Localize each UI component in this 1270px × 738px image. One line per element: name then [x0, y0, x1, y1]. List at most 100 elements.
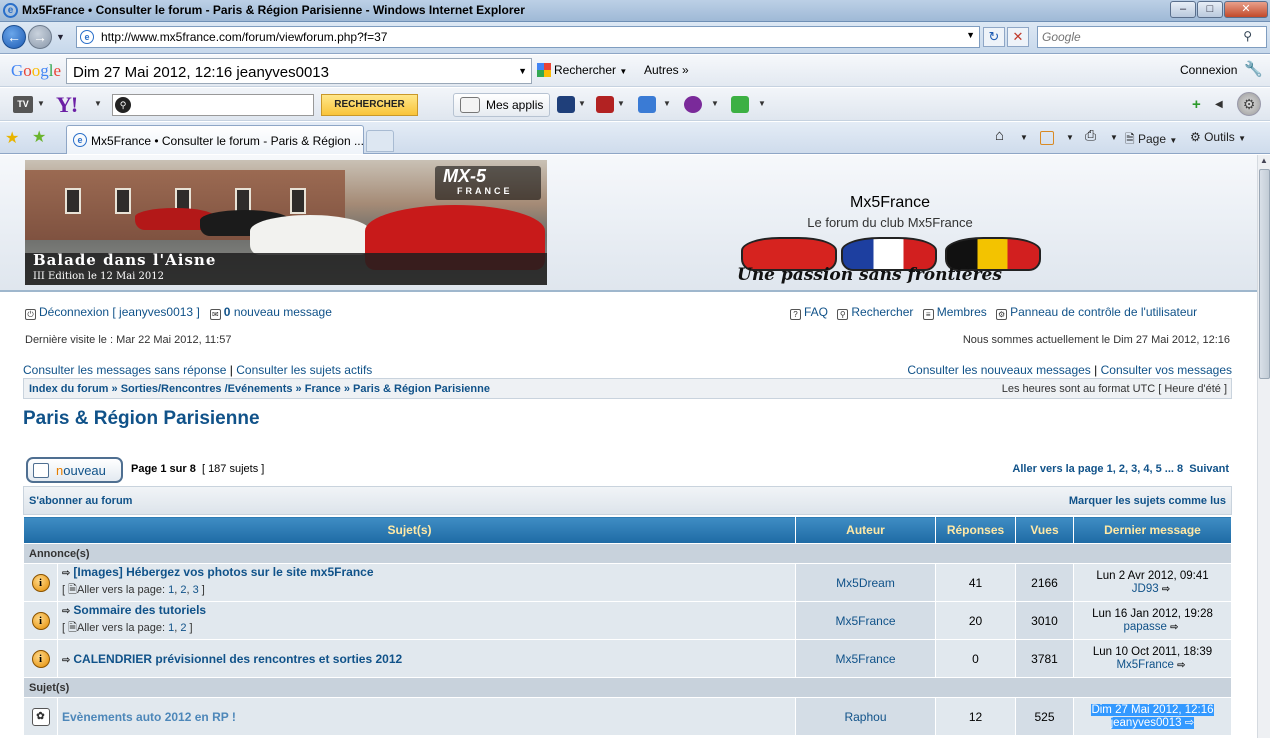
wrench-icon[interactable]: 🔧: [1244, 60, 1263, 78]
breadcrumb-france[interactable]: France: [305, 383, 341, 395]
widget-icon[interactable]: [731, 96, 749, 113]
maximize-button[interactable]: □: [1197, 1, 1223, 18]
topic-page-link[interactable]: 3: [193, 584, 199, 596]
page-link[interactable]: 3: [1131, 463, 1137, 475]
google-more-button[interactable]: Autres »: [644, 63, 689, 77]
page-link[interactable]: 5: [1156, 463, 1162, 475]
breadcrumb-paris[interactable]: Paris & Région Parisienne: [353, 383, 490, 395]
search-icon[interactable]: ⚲: [1243, 29, 1252, 43]
unanswered-posts-link[interactable]: Consulter les messages sans réponse: [23, 363, 226, 377]
toolbar-scroll-left-icon[interactable]: ◀: [1215, 99, 1223, 110]
members-link[interactable]: ≡ Membres: [922, 305, 987, 320]
page-link[interactable]: 8: [1177, 463, 1183, 475]
tv-icon[interactable]: TV: [13, 96, 33, 113]
print-icon[interactable]: ⎙: [1085, 127, 1096, 144]
topic-page-link[interactable]: 2: [180, 584, 186, 596]
topic-page-link[interactable]: 2: [180, 622, 186, 634]
my-apps-button[interactable]: Mes applis: [453, 93, 550, 117]
topic-title-link[interactable]: Sommaire des tutoriels: [73, 603, 206, 617]
active-topics-link[interactable]: Consulter les sujets actifs: [236, 363, 372, 377]
next-page-link[interactable]: Suivant: [1189, 463, 1229, 475]
goto-page-link[interactable]: Aller vers la page: [1012, 463, 1103, 475]
flickr-dropdown-icon[interactable]: ▼: [711, 99, 719, 108]
topic-title-link[interactable]: Evènements auto 2012 en RP !: [62, 710, 236, 724]
print-dropdown-icon[interactable]: ▼: [1110, 133, 1118, 142]
page-link[interactable]: 4: [1143, 463, 1149, 475]
topic-page-link[interactable]: 1: [168, 584, 174, 596]
topic-page-link[interactable]: 1: [168, 622, 174, 634]
view-last-post-icon[interactable]: ⇨: [1181, 716, 1195, 729]
scroll-up-icon[interactable]: ▲: [1260, 156, 1268, 165]
google-signin-button[interactable]: Connexion: [1180, 63, 1237, 77]
scrollbar-thumb[interactable]: [1259, 169, 1270, 379]
your-posts-link[interactable]: Consulter vos messages: [1101, 363, 1232, 377]
favorites-star-icon[interactable]: ★: [5, 128, 19, 148]
breadcrumb-outings[interactable]: Sorties/Rencontres /Evénements: [121, 383, 293, 395]
topic-author-link[interactable]: Raphou: [795, 697, 936, 736]
user-control-panel-link[interactable]: ⚙ Panneau de contrôle de l'utilisateur: [996, 305, 1197, 320]
flickr-icon[interactable]: [684, 96, 702, 113]
google-search-input[interactable]: Dim 27 Mai 2012, 12:16 jeanyves0013 ▼: [66, 58, 532, 84]
close-window-button[interactable]: ✕: [1224, 1, 1268, 18]
breadcrumb-forum-index[interactable]: Index du forum: [29, 383, 108, 395]
last-post-author-link[interactable]: Mx5France: [1116, 659, 1174, 671]
last-post-author-link[interactable]: papasse: [1123, 621, 1166, 633]
forward-button[interactable]: →: [28, 25, 52, 49]
page-link[interactable]: 2: [1119, 463, 1125, 475]
add-icon[interactable]: +: [1192, 96, 1201, 113]
widget-dropdown-icon[interactable]: ▼: [758, 99, 766, 108]
topic-author-link[interactable]: Mx5France: [795, 639, 936, 678]
view-last-post-icon[interactable]: ⇨: [1162, 584, 1170, 595]
new-topic-button[interactable]: nouveau: [26, 457, 123, 483]
yahoo-search-input[interactable]: ⚲: [112, 94, 314, 116]
faq-link[interactable]: ? FAQ: [790, 305, 828, 320]
subscribe-forum-link[interactable]: S'abonner au forum: [29, 495, 132, 507]
back-button[interactable]: ←: [2, 25, 26, 49]
topic-author-link[interactable]: Mx5France: [795, 601, 936, 640]
home-icon[interactable]: ⌂: [995, 127, 1004, 144]
alert-dropdown-icon[interactable]: ▼: [617, 99, 625, 108]
page-link[interactable]: 1: [1107, 463, 1113, 475]
minimize-button[interactable]: –: [1170, 1, 1196, 18]
view-last-post-icon[interactable]: ⇨: [1170, 622, 1178, 633]
view-newest-post-icon[interactable]: ⇨: [62, 568, 70, 579]
history-dropdown-icon[interactable]: ▼: [56, 32, 65, 42]
yahoo-dropdown-icon[interactable]: ▼: [94, 99, 102, 108]
logout-link[interactable]: ⏻ Déconnexion [ jeanyves0013 ]: [25, 305, 200, 320]
yahoo-logo-icon[interactable]: Y!: [56, 92, 78, 118]
topic-author-link[interactable]: Mx5Dream: [795, 563, 936, 602]
view-newest-post-icon[interactable]: ⇨: [62, 655, 70, 666]
browser-search-input[interactable]: [1042, 30, 1232, 44]
yahoo-search-button[interactable]: RECHERCHER: [321, 94, 418, 116]
alert-icon[interactable]: [596, 96, 614, 113]
tv-dropdown-icon[interactable]: ▼: [37, 99, 45, 108]
rss-dropdown-icon[interactable]: ▼: [1066, 133, 1074, 142]
new-posts-link[interactable]: Consulter les nouveaux messages: [907, 363, 1090, 377]
page-scrollbar[interactable]: ▲: [1257, 155, 1270, 738]
view-last-post-icon[interactable]: ⇨: [1177, 660, 1185, 671]
topic-title-link[interactable]: [Images] Hébergez vos photos sur le site…: [73, 565, 373, 579]
home-dropdown-icon[interactable]: ▼: [1020, 133, 1028, 142]
new-tab-button[interactable]: [366, 130, 394, 152]
google-search-button[interactable]: Rechercher ▼: [537, 63, 627, 77]
tools-menu[interactable]: ⚙ Outils ▼: [1190, 130, 1246, 144]
stop-button[interactable]: ✕: [1007, 27, 1029, 47]
search-link[interactable]: ⚲ Rechercher: [837, 305, 913, 320]
browser-search-field[interactable]: ⚲: [1037, 26, 1267, 48]
private-messages-link[interactable]: ✉ 0 nouveau message: [209, 305, 332, 320]
url-field[interactable]: e http://www.mx5france.com/forum/viewfor…: [76, 26, 980, 48]
rss-icon[interactable]: [1040, 131, 1054, 145]
mark-topics-read-link[interactable]: Marquer les sujets comme lus: [1069, 495, 1226, 507]
google-dropdown-icon[interactable]: ▼: [518, 66, 527, 76]
mail-dropdown-icon[interactable]: ▼: [663, 99, 671, 108]
topic-title-link[interactable]: CALENDRIER prévisionnel des rencontres e…: [73, 652, 402, 666]
video-dropdown-icon[interactable]: ▼: [578, 99, 586, 108]
url-dropdown-icon[interactable]: ▼: [966, 30, 975, 40]
tab-active[interactable]: e Mx5France • Consulter le forum - Paris…: [66, 125, 364, 154]
page-menu[interactable]: 🗎 Page ▼: [1125, 130, 1177, 151]
gear-icon[interactable]: ⚙: [1237, 92, 1261, 116]
last-post-author-link[interactable]: JD93: [1132, 583, 1159, 595]
last-post-author-link[interactable]: jeanyves0013: [1110, 716, 1182, 729]
mail-icon[interactable]: [638, 96, 656, 113]
add-favorite-icon[interactable]: ★: [32, 127, 46, 147]
